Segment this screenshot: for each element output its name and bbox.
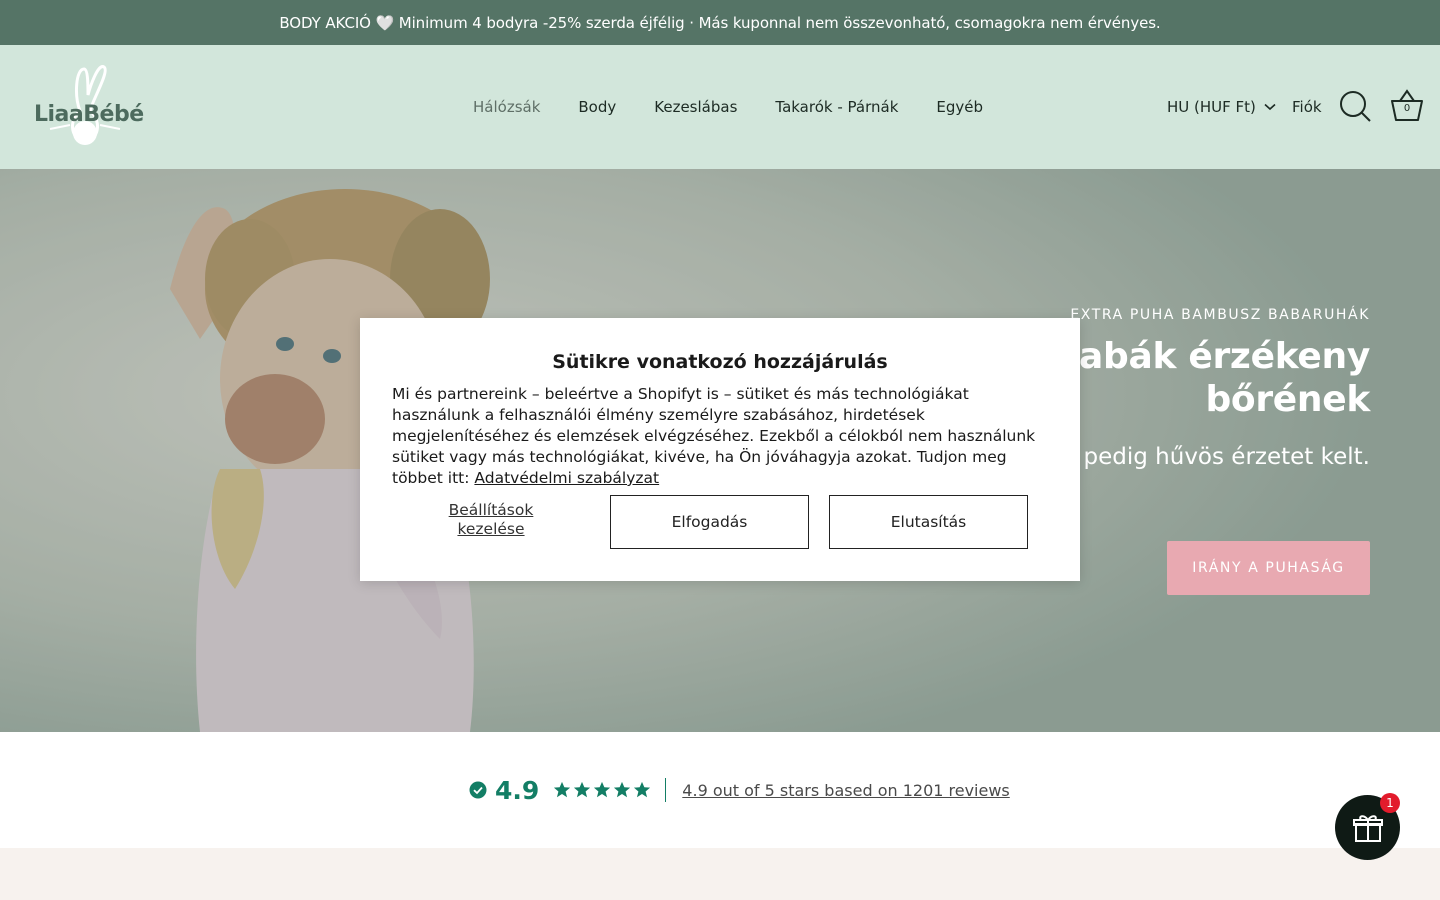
nav-item-halozsak[interactable]: Hálózsák xyxy=(473,98,540,116)
locale-label: HU (HUF Ft) xyxy=(1167,98,1256,116)
accept-button[interactable]: Elfogadás xyxy=(610,495,809,549)
account-link[interactable]: Fiók xyxy=(1292,45,1322,169)
nav-item-takarok-parnak[interactable]: Takarók - Párnák xyxy=(775,98,898,116)
privacy-policy-link[interactable]: Adatvédelmi szabályzat xyxy=(474,469,659,487)
manage-preferences-button[interactable]: Beállítások kezelése xyxy=(416,501,566,539)
search-button[interactable] xyxy=(1338,89,1372,123)
star-icon xyxy=(614,781,631,798)
reviews-strip: 4.9 4.9 out of 5 stars based on 1201 rev… xyxy=(0,732,1440,848)
cart-count: 0 xyxy=(1403,103,1411,114)
reviews-summary: 4.9 4.9 out of 5 stars based on 1201 rev… xyxy=(469,774,1010,806)
nav-item-egyeb[interactable]: Egyéb xyxy=(936,98,983,116)
hero-cta-button[interactable]: IRÁNY A PUHASÁG xyxy=(1167,541,1370,595)
gift-icon xyxy=(1352,814,1383,842)
announcement-bar: BODY AKCIÓ 🤍 Minimum 4 bodyra -25% szerd… xyxy=(0,0,1440,45)
search-icon xyxy=(1340,91,1371,122)
reject-button[interactable]: Elutasítás xyxy=(829,495,1028,549)
main-nav: Hálózsák Body Kezeslábas Takarók - Párná… xyxy=(473,45,1021,169)
logo-text: LiaaBébé xyxy=(34,102,144,127)
next-section xyxy=(0,848,1440,900)
star-icon xyxy=(554,781,571,798)
verified-check-icon xyxy=(469,781,487,799)
notification-badge: 1 xyxy=(1380,793,1400,813)
cookie-body: Mi és partnereink – beleértve a Shopifyt… xyxy=(392,384,1052,489)
nav-item-kezeslabas[interactable]: Kezeslábas xyxy=(654,98,737,116)
star-icon xyxy=(574,781,591,798)
logo[interactable]: LiaaBébé xyxy=(32,65,144,149)
reviews-link[interactable]: 4.9 out of 5 stars based on 1201 reviews xyxy=(682,781,1009,800)
hero-subtitle: EXTRA PUHA BAMBUSZ BABARUHÁK xyxy=(1070,307,1370,323)
account-label: Fiók xyxy=(1292,98,1322,116)
chevron-down-icon xyxy=(1264,103,1276,111)
review-divider xyxy=(665,778,667,802)
announcement-text: BODY AKCIÓ 🤍 Minimum 4 bodyra -25% szerd… xyxy=(279,13,1161,32)
nav-item-body[interactable]: Body xyxy=(578,98,616,116)
star-icon xyxy=(594,781,611,798)
cookie-title: Sütikre vonatkozó hozzájárulás xyxy=(552,351,888,373)
site-header: LiaaBébé Hálózsák Body Kezeslábas Takaró… xyxy=(0,45,1440,169)
star-icon xyxy=(634,781,651,798)
locale-selector[interactable]: HU (HUF Ft) xyxy=(1167,45,1276,169)
review-score: 4.9 xyxy=(495,775,540,805)
cookie-consent-dialog: Sütikre vonatkozó hozzájárulás Mi és par… xyxy=(360,318,1080,581)
cart-button[interactable]: 0 xyxy=(1388,87,1426,123)
review-stars xyxy=(553,781,651,799)
